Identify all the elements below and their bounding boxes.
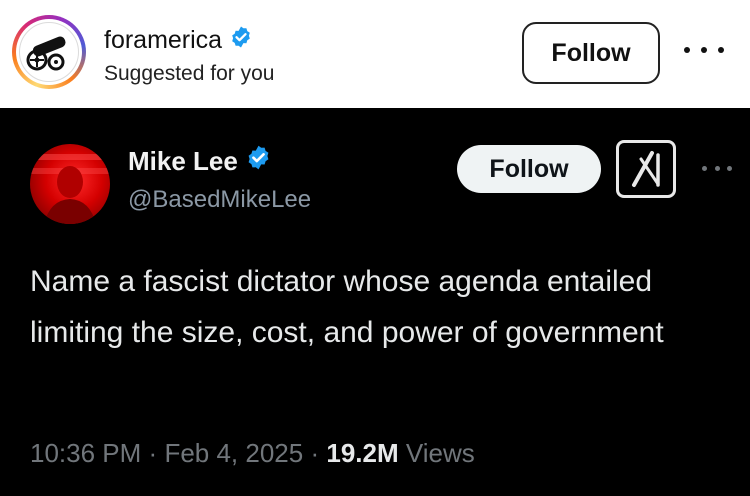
author-name[interactable]: Mike Lee	[128, 146, 238, 177]
grok-icon[interactable]	[616, 140, 676, 198]
cannon-logo-icon	[19, 22, 79, 82]
author-name-row[interactable]: Mike Lee	[128, 144, 272, 178]
views-count: 19.2M	[326, 438, 399, 468]
tweet-date[interactable]: Feb 4, 2025	[164, 438, 303, 468]
account-name[interactable]: foramerica	[104, 26, 222, 55]
suggested-label: Suggested for you	[104, 62, 275, 85]
tweet-meta: 10:36 PM · Feb 4, 2025 · 19.2M Views	[30, 438, 475, 469]
author-avatar[interactable]	[30, 144, 110, 224]
follow-button[interactable]: Follow	[522, 22, 660, 84]
account-avatar[interactable]	[12, 15, 86, 89]
more-options-icon[interactable]	[684, 40, 724, 60]
post-header: foramerica Suggested for you Follow	[0, 0, 750, 108]
tweet-card: Mike Lee @BasedMikeLee Follow Name a fas…	[0, 108, 750, 496]
tweet-text: Name a fascist dictator whose agenda ent…	[30, 265, 664, 349]
verified-badge-icon	[229, 25, 253, 56]
meta-separator: ·	[148, 438, 158, 468]
views-label: Views	[405, 438, 475, 468]
tweet-follow-button[interactable]: Follow	[457, 145, 601, 193]
account-name-row[interactable]: foramerica	[104, 25, 253, 56]
author-handle[interactable]: @BasedMikeLee	[128, 186, 311, 214]
verified-badge-icon	[245, 144, 272, 178]
tweet-more-options-icon[interactable]	[702, 163, 732, 173]
meta-separator: ·	[310, 438, 320, 468]
tweet-time[interactable]: 10:36 PM	[30, 438, 141, 468]
